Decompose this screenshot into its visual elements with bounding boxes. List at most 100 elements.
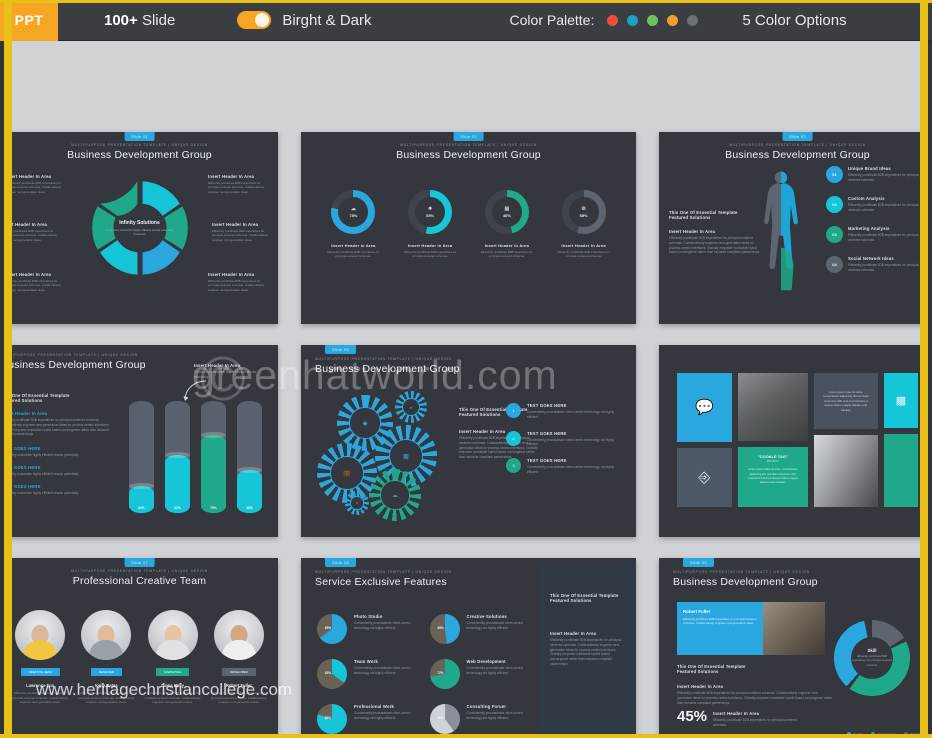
- avatar: [15, 610, 66, 660]
- top-toolbar: PPT 100+ Slide Birght & Dark Color Palet…: [0, 0, 932, 41]
- avatar: [213, 610, 264, 660]
- ring-heading: Insert Header In Area: [331, 243, 376, 248]
- project-tile[interactable]: "COOKLE TAG" PROJECT Lorem ipsum dolor s…: [737, 447, 808, 507]
- pie-chart: 35%: [317, 659, 347, 689]
- mosaic-col-4: ▩: [883, 373, 918, 507]
- pie-body: Conveniently procrastinate client-centri…: [466, 621, 524, 630]
- segment-body: Efficiently pontificate B2B imperatives …: [208, 279, 264, 292]
- theme-toggle-switch[interactable]: [237, 11, 272, 29]
- palette-swatch-green[interactable]: [647, 14, 659, 26]
- mosaic-grid: 💬 ⎆ "COOKLE TAG" PROJECT Lorem ipsum dol…: [677, 373, 918, 507]
- bullet-item: 04 Social Network Ideas Efficiently pont…: [826, 256, 920, 273]
- ring-chart-item: ⚙ 55% Insert Header In Area Efficiently …: [553, 190, 615, 259]
- list-body: Proactively customize highly efficient r…: [12, 471, 80, 476]
- slide-row-3: Slide 07 MULTIPURPOSE PRESENTATION TEMPL…: [12, 558, 920, 734]
- palette-swatch-teal[interactable]: [627, 14, 639, 26]
- palette-swatch-orange[interactable]: [667, 14, 679, 26]
- share-tile[interactable]: ⎆: [677, 447, 732, 507]
- bedroom-interior-photo[interactable]: [813, 434, 878, 507]
- kicker-line-2: Featured Solutions: [677, 669, 719, 674]
- kicker-line-2: Featured Solutions: [669, 215, 711, 220]
- ring-value-group: ▤ 46%: [485, 190, 529, 234]
- team-member[interactable]: MARKETING Diana Kelly Efficiently pontif…: [143, 610, 203, 705]
- slide-thumbnail-9[interactable]: Slide 09 MULTIPURPOSE PRESENTATION TEMPL…: [659, 558, 920, 734]
- slide-thumbnail-2[interactable]: Slide 02 MULTIPURPOSE PRESENTATION TEMPL…: [301, 132, 636, 324]
- segment-heading: Insert Header In Area: [208, 174, 255, 179]
- feature-list: 1 TEXT GOES HERE Conveniently procrastin…: [506, 403, 626, 486]
- feature-item: 1 TEXT GOES HERE Conveniently procrastin…: [506, 403, 626, 420]
- bullet-body: Efficiently pontificate B2B imperatives …: [848, 233, 920, 242]
- man-at-laptop-photo[interactable]: [737, 373, 808, 442]
- gear-icon: ⚙: [581, 206, 586, 212]
- slide-count-label: 100+ Slide: [104, 12, 175, 29]
- donut-center-label: Skill Efficiently pontificate B2B impera…: [834, 620, 910, 696]
- pie-text: Web Development Conveniently procrastina…: [467, 659, 533, 676]
- member-bio: Efficiently pontificate B2B imperatives …: [78, 691, 135, 704]
- infinity-solutions-wheel: Infinity Solutions Proactively customize…: [88, 176, 192, 280]
- ring-percent: 78%: [349, 213, 358, 218]
- pie-chart: 72%: [429, 659, 460, 689]
- bright-dark-toggle-group[interactable]: Birght & Dark: [237, 11, 372, 29]
- quote-tile[interactable]: Lorem ipsum dolor sit amet, consectetuer…: [813, 373, 878, 429]
- slide-number-tab: Slide 05: [325, 345, 356, 354]
- bullet-heading: Social Network Ideas: [848, 256, 894, 261]
- slide-title: Professional Creative Team: [72, 575, 207, 587]
- bullet-body: Efficiently pontificate B2B imperatives …: [848, 173, 920, 182]
- avatar-body: [89, 640, 124, 660]
- ring-value-group: ☁ 78%: [331, 190, 375, 234]
- ring-percent: 53%: [426, 213, 435, 218]
- segment-heading: Insert Header In Area: [208, 272, 255, 277]
- pie-chart: 48%: [429, 614, 460, 644]
- pie-percent: 80%: [324, 716, 332, 720]
- profile-photo-card[interactable]: Robert Fuller Efficiently pontificate B2…: [677, 602, 825, 655]
- team-member[interactable]: DEVELOPER Robert Fuller Efficiently pont…: [209, 610, 269, 705]
- preview-canvas: Slide 01 MULTIPURPOSE PRESENTATION TEMPL…: [12, 41, 920, 734]
- pie-item: 35% Team Work Conveniently procrastinate…: [317, 659, 420, 689]
- slide9-body: Efficiently pontificate B2B imperatives …: [677, 691, 833, 705]
- donut-center-title: Skill: [867, 648, 877, 654]
- feature-body: Conveniently procrastinate client-centri…: [527, 437, 614, 447]
- slide-thumbnail-5[interactable]: Slide 05 MULTIPURPOSE PRESENTATION TEMPL…: [301, 345, 636, 537]
- slide-thumbnail-8[interactable]: Slide 08 MULTIPURPOSE PRESENTATION TEMPL…: [301, 558, 636, 734]
- pie-heading: Photo Studio: [354, 614, 383, 619]
- pie-body: Conveniently procrastinate client-centri…: [354, 666, 411, 675]
- list-body: Proactively customize highly efficient r…: [12, 453, 80, 458]
- mosaic-col-3: Lorem ipsum dolor sit amet, consectetuer…: [813, 373, 878, 507]
- slide-thumbnail-1[interactable]: Slide 01 MULTIPURPOSE PRESENTATION TEMPL…: [12, 132, 278, 324]
- wheel-hub-subtitle: Proactively customize highly efficient r…: [105, 227, 174, 236]
- team-member-row: CREATIVE HEAD Lawrence Fox Efficiently p…: [12, 610, 278, 705]
- pie-item: 40% Consulting Forum Conveniently procra…: [429, 704, 533, 734]
- team-member[interactable]: DESIGNER Kelly Bates Efficiently pontifi…: [76, 610, 136, 705]
- cylinder-bar: 38%: [237, 401, 262, 513]
- slide-title: Business Development Group: [67, 149, 212, 161]
- ring-chart-item: ❖ 53% Insert Header In Area Efficiently …: [399, 190, 461, 259]
- chat-tile[interactable]: 💬: [677, 373, 732, 442]
- stat-text: Insert Header In Area Efficiently pontif…: [713, 709, 809, 728]
- bar-chart-icon: ▩: [895, 395, 907, 408]
- bullet-heading: Unique Brand Ideas: [848, 166, 891, 171]
- project-subtitle: PROJECT: [766, 460, 779, 464]
- slide-thumbnail-4[interactable]: MULTIPURPOSE PRESENTATION TEMPLATE | UNI…: [12, 345, 278, 537]
- bullet-text: Unique Brand Ideas Efficiently pontifica…: [848, 166, 920, 183]
- color-palette-label: Color Palette:: [509, 12, 595, 28]
- bullet-badge: 04: [826, 256, 843, 273]
- person-photo: [762, 602, 825, 655]
- slide-thumbnail-3[interactable]: Slide 03 MULTIPURPOSE PRESENTATION TEMPL…: [659, 132, 920, 324]
- slide-number-tab: Slide 03: [782, 132, 813, 141]
- accent-tile[interactable]: [883, 434, 918, 507]
- bullet-badge: 01: [826, 166, 843, 183]
- pie-item: 65% Photo Studio Conveniently procrastin…: [317, 614, 420, 644]
- ring-chart: ⚙ 55%: [561, 190, 606, 234]
- palette-swatch-red[interactable]: [607, 14, 619, 26]
- chart-tile[interactable]: ▩: [883, 373, 918, 429]
- slide-thumbnail-7[interactable]: Slide 07 MULTIPURPOSE PRESENTATION TEMPL…: [12, 558, 278, 734]
- bullet-item: 02 Custom Analysis Efficiently pontifica…: [826, 196, 920, 213]
- pie-heading: Creative Solutions: [466, 614, 507, 619]
- slide4-left-text: This One Of Essential Template Featured …: [12, 393, 113, 496]
- ring-value-group: ❖ 53%: [408, 190, 452, 234]
- slide-thumbnail-6[interactable]: 💬 ⎆ "COOKLE TAG" PROJECT Lorem ipsum dol…: [659, 345, 920, 537]
- team-member[interactable]: CREATIVE HEAD Lawrence Fox Efficiently p…: [12, 610, 70, 705]
- palette-swatch-gray[interactable]: [687, 14, 699, 26]
- ring-chart-row: ☁ 78% Insert Header In Area Efficiently …: [301, 190, 636, 259]
- slide-number-tab: Slide 01: [124, 132, 155, 141]
